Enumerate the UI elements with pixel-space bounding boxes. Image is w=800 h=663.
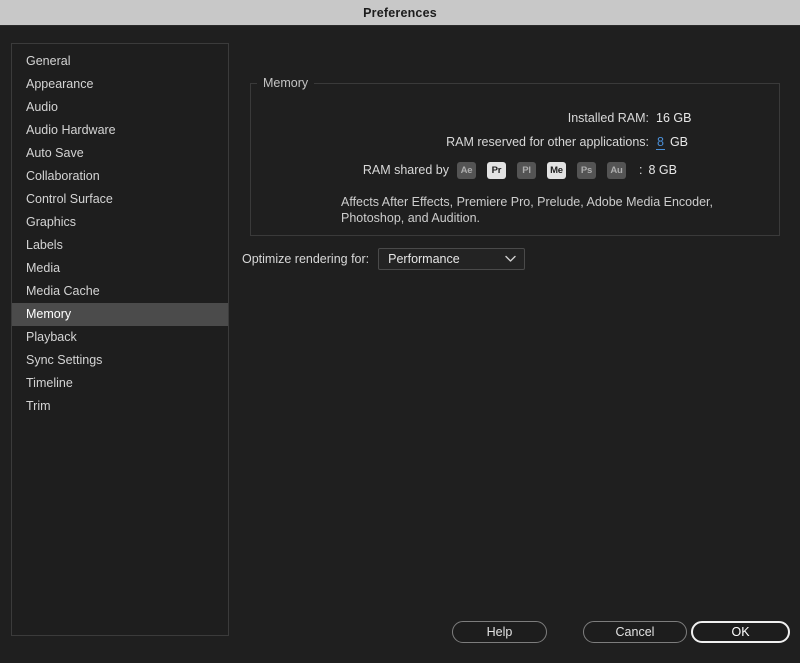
sidebar-item-graphics[interactable]: Graphics (12, 211, 228, 234)
optimize-rendering-label: Optimize rendering for: (242, 252, 370, 266)
reserved-ram-row: RAM reserved for other applications: 8 G… (251, 130, 779, 154)
reserved-ram-unit: GB (669, 135, 689, 149)
shared-ram-row: RAM shared by Ae Pr Pl Me Ps Au : 8 GB (251, 157, 779, 183)
optimize-rendering-select[interactable]: Performance (378, 248, 526, 270)
memory-rows: Installed RAM: 16 GB RAM reserved for ot… (251, 106, 779, 183)
installed-ram-row: Installed RAM: 16 GB (251, 106, 779, 130)
dialog-body: General Appearance Audio Audio Hardware Auto… (0, 26, 800, 662)
app-badge-after-effects[interactable]: Ae (457, 161, 476, 179)
affects-note: Affects After Effects, Premiere Pro, Pre… (341, 195, 713, 225)
sidebar-item-audio-hardware[interactable]: Audio Hardware (12, 119, 228, 142)
sidebar-item-labels[interactable]: Labels (12, 234, 228, 257)
sidebar-item-appearance[interactable]: Appearance (12, 73, 228, 96)
ok-button[interactable]: OK (691, 621, 790, 643)
sidebar-item-control-surface[interactable]: Control Surface (12, 188, 228, 211)
reserved-ram-input[interactable]: 8 (656, 135, 665, 150)
app-badge-photoshop[interactable]: Ps (577, 161, 596, 179)
cancel-button[interactable]: Cancel (583, 621, 687, 643)
chevron-down-icon (505, 255, 516, 263)
app-badge-premiere-pro[interactable]: Pr (487, 161, 506, 179)
optimize-rendering-row: Optimize rendering for: Performance (242, 248, 526, 270)
shared-ram-separator: : (639, 163, 643, 177)
sidebar-item-playback[interactable]: Playback (12, 326, 228, 349)
sidebar-item-sync-settings[interactable]: Sync Settings (12, 349, 228, 372)
help-button[interactable]: Help (452, 621, 547, 643)
sidebar-item-media-cache[interactable]: Media Cache (12, 280, 228, 303)
page-title: Preferences (363, 5, 437, 20)
sidebar-item-timeline[interactable]: Timeline (12, 372, 228, 395)
sidebar-item-media[interactable]: Media (12, 257, 228, 280)
sidebar-item-auto-save[interactable]: Auto Save (12, 142, 228, 165)
sidebar-item-audio[interactable]: Audio (12, 96, 228, 119)
shared-ram-total: 8 GB (648, 163, 677, 177)
memory-preferences-pane: Memory Installed RAM: 16 GB RAM reserved… (240, 43, 786, 622)
app-badge-media-encoder[interactable]: Me (547, 161, 566, 179)
dialog-footer: Help Cancel OK (0, 618, 800, 662)
app-badge-prelude[interactable]: Pl (517, 161, 536, 179)
installed-ram-label: Installed RAM: (567, 111, 649, 125)
sidebar-item-memory[interactable]: Memory (12, 303, 228, 326)
shared-ram-label: RAM shared by (362, 163, 449, 177)
optimize-rendering-value: Performance (388, 252, 460, 266)
memory-group-box: Memory Installed RAM: 16 GB RAM reserved… (250, 76, 780, 236)
reserved-ram-label: RAM reserved for other applications: (446, 135, 649, 149)
app-badge-group[interactable]: Ae Pr Pl Me Ps Au (457, 161, 626, 179)
app-badge-audition[interactable]: Au (607, 161, 626, 179)
sidebar-item-general[interactable]: General (12, 50, 228, 73)
preferences-category-list[interactable]: General Appearance Audio Audio Hardware Auto… (11, 43, 229, 636)
sidebar-item-collaboration[interactable]: Collaboration (12, 165, 228, 188)
title-bar: Preferences (0, 0, 800, 26)
memory-group-legend: Memory (257, 76, 315, 90)
sidebar-item-trim[interactable]: Trim (12, 395, 228, 418)
installed-ram-value: 16 GB (656, 111, 692, 125)
